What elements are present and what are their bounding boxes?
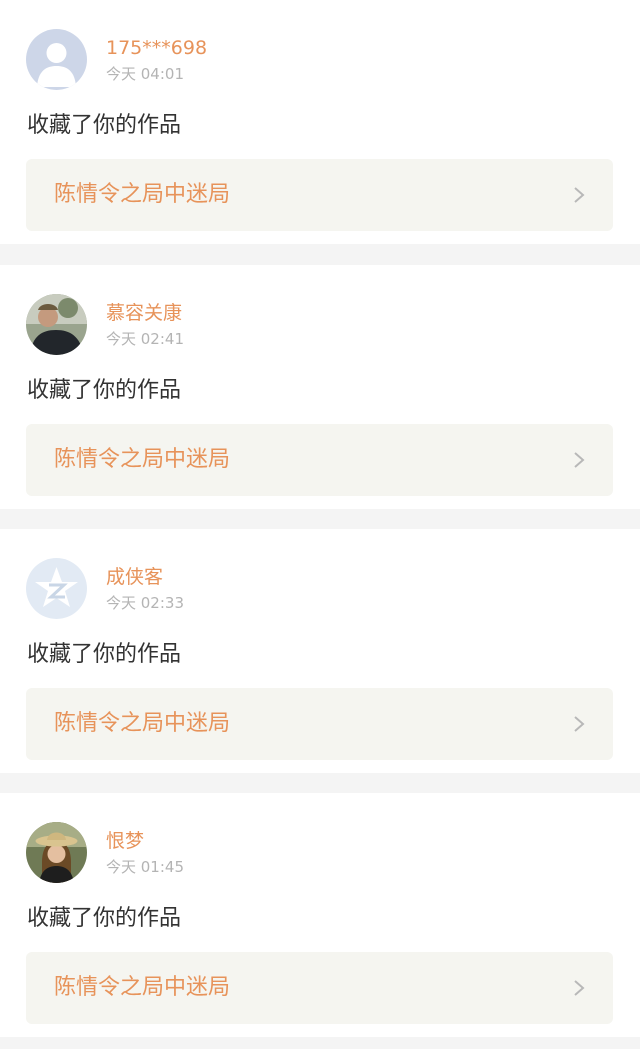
timestamp: 今天 02:33 xyxy=(106,594,184,612)
timestamp: 今天 02:41 xyxy=(106,330,184,348)
work-title: 陈情令之局中迷局 xyxy=(54,182,231,207)
chevron-right-icon xyxy=(574,980,585,996)
action-text: 收藏了你的作品 xyxy=(27,378,182,403)
timestamp: 今天 04:01 xyxy=(106,65,184,83)
user-avatar[interactable] xyxy=(26,294,87,355)
username[interactable]: 成侠客 xyxy=(106,565,163,589)
work-link[interactable]: 陈情令之局中迷局 xyxy=(26,952,613,1024)
default-person-icon xyxy=(26,29,87,90)
username[interactable]: 慕容关康 xyxy=(106,301,182,325)
photo-avatar-icon xyxy=(26,822,87,883)
chevron-right-icon xyxy=(574,187,585,203)
qzone-star-icon xyxy=(26,558,87,619)
work-link[interactable]: 陈情令之局中迷局 xyxy=(26,688,613,760)
photo-avatar-icon xyxy=(26,294,87,355)
chevron-right-icon xyxy=(574,716,585,732)
work-title: 陈情令之局中迷局 xyxy=(54,975,231,1000)
work-link[interactable]: 陈情令之局中迷局 xyxy=(26,159,613,231)
username[interactable]: 恨梦 xyxy=(106,829,144,853)
user-avatar[interactable] xyxy=(26,29,87,90)
work-link[interactable]: 陈情令之局中迷局 xyxy=(26,424,613,496)
user-avatar[interactable] xyxy=(26,558,87,619)
chevron-right-icon xyxy=(574,452,585,468)
work-title: 陈情令之局中迷局 xyxy=(54,711,231,736)
user-avatar[interactable] xyxy=(26,822,87,883)
notification-card: 恨梦 今天 01:45 收藏了你的作品 陈情令之局中迷局 xyxy=(0,793,640,1037)
username[interactable]: 175***698 xyxy=(106,36,207,60)
action-text: 收藏了你的作品 xyxy=(27,906,182,931)
notification-feed: 175***698 今天 04:01 收藏了你的作品 陈情令之局中迷局 慕容关康… xyxy=(0,0,640,1049)
notification-card: 175***698 今天 04:01 收藏了你的作品 陈情令之局中迷局 xyxy=(0,0,640,244)
action-text: 收藏了你的作品 xyxy=(27,642,182,667)
action-text: 收藏了你的作品 xyxy=(27,113,182,138)
timestamp: 今天 01:45 xyxy=(106,858,184,876)
work-title: 陈情令之局中迷局 xyxy=(54,447,231,472)
notification-card: 成侠客 今天 02:33 收藏了你的作品 陈情令之局中迷局 xyxy=(0,529,640,773)
notification-card: 慕容关康 今天 02:41 收藏了你的作品 陈情令之局中迷局 xyxy=(0,265,640,509)
